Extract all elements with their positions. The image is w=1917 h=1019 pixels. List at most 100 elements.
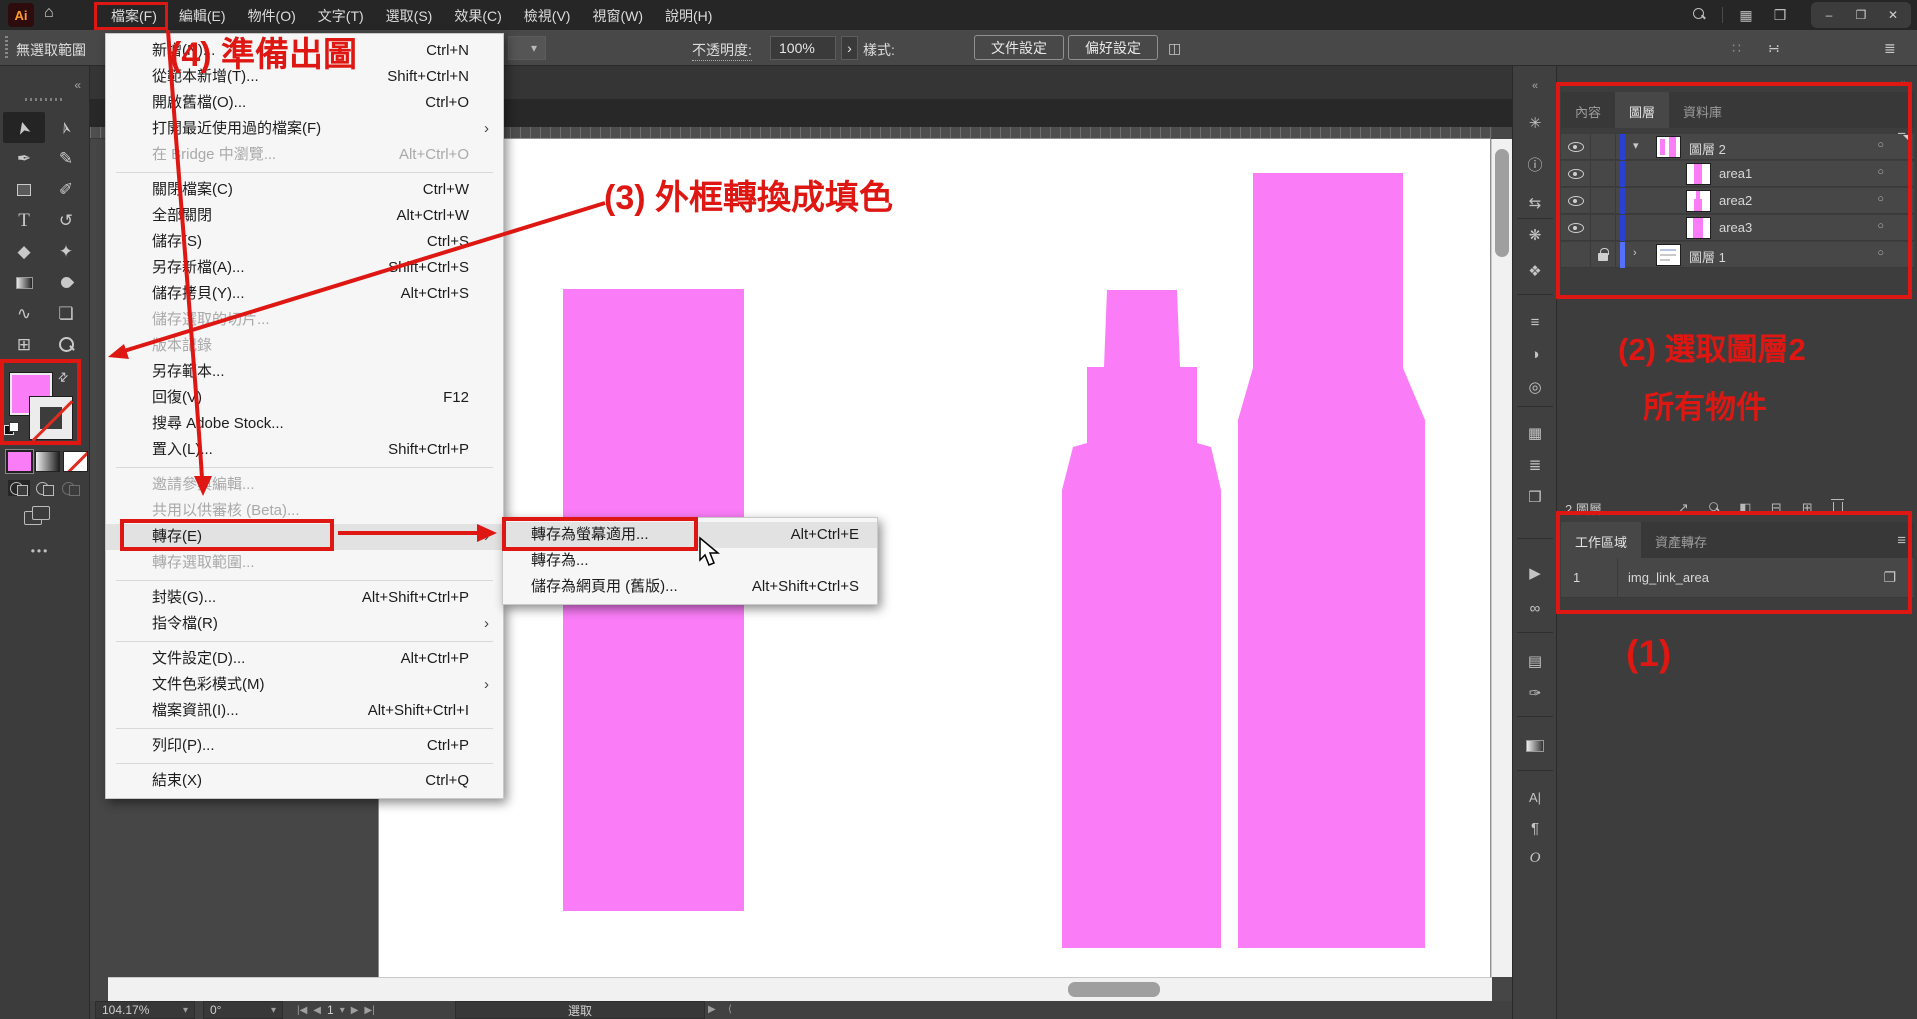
last-artboard-icon[interactable]: ▶| [364,1005,374,1016]
visibility-toggle[interactable] [1561,242,1591,268]
collect-for-export-icon[interactable]: ↗ [1668,500,1699,516]
menu-item-scripts[interactable]: 指令檔(R)› [106,611,503,637]
target-icon[interactable]: ○ [1877,139,1884,151]
tab-asset-export[interactable]: 資產轉存 [1641,522,1721,558]
paragraph-panel-icon[interactable]: ¶ [1513,820,1557,837]
target-icon[interactable]: ○ [1877,166,1884,178]
tab-layers[interactable]: 圖層 [1615,92,1669,128]
layer-thumbnail[interactable] [1687,164,1710,184]
target-icon[interactable]: ○ [1877,247,1884,259]
rotation-field[interactable]: 0° ▾ [203,1001,283,1019]
paintbrush-tool[interactable]: ✐ [45,174,87,205]
lock-toggle[interactable] [1591,134,1616,160]
draw-behind-icon[interactable] [34,480,56,496]
opacity-label[interactable]: 不透明度: [692,40,752,61]
tab-artboards[interactable]: 工作區域 [1561,522,1641,558]
collapse-dock-icon[interactable]: « [1513,80,1557,92]
new-layer-icon[interactable]: ⊞ [1792,500,1823,516]
chevron-down-icon[interactable]: ▾ [1633,139,1639,152]
menu-help[interactable]: 說明(H) [654,0,723,30]
opacity-field[interactable]: 100% [770,36,836,60]
swap-fill-stroke-icon[interactable]: ⇄ [55,368,72,385]
preferences-button[interactable]: 偏好設定 [1068,35,1158,60]
menu-object[interactable]: 物件(O) [237,0,307,30]
menu-item-exit[interactable]: 結束(X)Ctrl+Q [106,768,503,794]
tab-properties[interactable]: 內容 [1561,92,1615,128]
menu-item-open-recent[interactable]: 打開最近使用過的檔案(F)› [106,116,503,142]
artboard-number[interactable]: 1 [327,1003,334,1017]
menu-item-export-for-screens[interactable]: 轉存為螢幕適用...Alt+Ctrl+E [503,522,877,548]
direct-selection-tool[interactable]: ➢ [45,112,87,143]
close-button[interactable]: ✕ [1877,4,1909,26]
menu-item-save-a-copy[interactable]: 儲存拷貝(Y)...Alt+Ctrl+S [106,281,503,307]
layer-row-layer1[interactable]: › 圖層 1 ○ [1561,242,1914,268]
menu-view[interactable]: 檢視(V) [513,0,582,30]
visibility-toggle[interactable] [1561,188,1591,214]
horizontal-scrollbar[interactable] [108,977,1492,1001]
tab-libraries[interactable]: 資料庫 [1669,92,1736,128]
color-guide-panel-icon[interactable]: ❖ [1513,262,1557,280]
home-icon[interactable]: ⌂ [44,4,54,22]
trash-icon[interactable] [1823,501,1854,516]
type-tool[interactable]: T [3,205,45,236]
eyedropper-tool[interactable] [45,267,87,298]
menu-item-print[interactable]: 列印(P)...Ctrl+P [106,733,503,759]
expand-panels-icon[interactable]: » [1901,78,1907,90]
menu-item-file-info[interactable]: 檔案資訊(I)...Alt+Shift+Ctrl+I [106,698,503,724]
pen-tool[interactable]: ✒ [3,143,45,174]
lock-toggle[interactable] [1591,188,1616,214]
layer-thumbnail[interactable] [1687,191,1710,211]
next-artboard-icon[interactable]: ▶ [351,1005,359,1016]
selection-tool[interactable]: ➤ [3,112,45,143]
lock-toggle[interactable] [1591,242,1616,268]
info-panel-icon[interactable]: ⓘ [1513,154,1557,175]
layer-thumbnail[interactable] [1657,137,1680,157]
menu-item-close-all[interactable]: 全部關閉Alt+Ctrl+W [106,203,503,229]
vertical-scrollbar-thumb[interactable] [1495,149,1509,257]
curvature-tool[interactable]: ✎ [45,143,87,174]
visibility-toggle[interactable] [1561,161,1591,187]
menu-item-export[interactable]: 轉存(E)› [106,524,503,550]
menu-item-open[interactable]: 開啟舊檔(O)...Ctrl+O [106,90,503,116]
layer-name[interactable]: 圖層 2 [1689,139,1726,158]
chevron-down-icon[interactable]: ▾ [340,1005,345,1016]
rotate-tool[interactable]: ↺ [45,205,87,236]
artboard-name[interactable]: img_link_area [1628,570,1709,585]
menu-item-search-adobe-stock[interactable]: 搜尋 Adobe Stock... [106,411,503,437]
draw-inside-icon[interactable] [60,480,82,496]
panel-drag-handle[interactable] [5,36,8,60]
stroke-panel-icon[interactable]: ≡ [1513,314,1557,331]
restore-button[interactable]: ❐ [1845,4,1877,26]
swatches-panel-icon[interactable]: ▤ [1513,652,1557,670]
layer-row-layer2[interactable]: ▾ 圖層 2 ○ [1561,134,1914,160]
pathfinder-panel-icon[interactable]: ❒ [1513,488,1557,506]
shaper-tool[interactable]: ✦ [45,236,87,267]
clipping-mask-icon[interactable]: ◧ [1730,500,1761,516]
menu-edit[interactable]: 編輯(E) [168,0,237,30]
eraser-tool[interactable]: ◆ [3,236,45,267]
artwork-bottle-area3[interactable] [1238,173,1425,948]
default-fill-stroke-icon[interactable] [4,422,22,438]
menu-effect[interactable]: 效果(C) [443,0,512,30]
layer-thumbnail[interactable] [1657,245,1680,265]
menu-item-place[interactable]: 置入(L)...Shift+Ctrl+P [106,437,503,463]
target-icon[interactable]: ○ [1877,193,1884,205]
lock-toggle[interactable] [1591,161,1616,187]
gradient-panel-icon[interactable] [1526,740,1544,752]
menu-item-save-as[interactable]: 另存新檔(A)...Shift+Ctrl+S [106,255,503,281]
menu-item-save[interactable]: 儲存(S)Ctrl+S [106,229,503,255]
shape-builder-tool[interactable]: ❏ [45,298,87,329]
zoom-tool[interactable] [45,329,87,360]
menu-item-package[interactable]: 封裝(G)...Alt+Shift+Ctrl+P [106,585,503,611]
minimize-button[interactable]: – [1813,4,1845,26]
document-setup-button[interactable]: 文件設定 [974,35,1064,60]
visibility-toggle[interactable] [1561,134,1591,160]
layer-name[interactable]: 圖層 1 [1689,247,1726,266]
artboard-page-icon[interactable]: ❐ [1883,569,1896,586]
artboard-tool[interactable]: ⊞ [3,329,45,360]
panel-menu-icon[interactable]: ≡ [1897,532,1906,549]
menu-item-new-from-template[interactable]: 從範本新增(T)...Shift+Ctrl+N [106,64,503,90]
lock-toggle[interactable] [1591,215,1616,241]
prev-artboard-icon[interactable]: ◀ [313,1005,321,1016]
menu-file[interactable]: 檔案(F) [100,0,168,30]
